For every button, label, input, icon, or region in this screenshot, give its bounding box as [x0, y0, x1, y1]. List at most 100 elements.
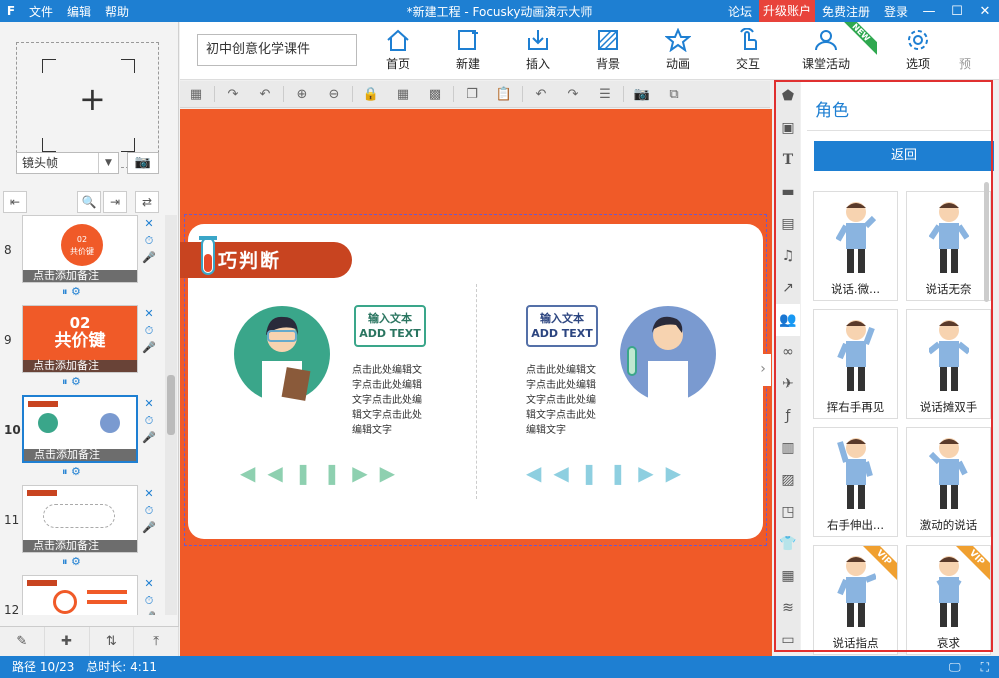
project-name-field[interactable]: 初中创意化学课件	[197, 34, 357, 66]
title-banner[interactable]: 巧判断	[180, 236, 352, 278]
delete-icon[interactable]: ✕	[142, 395, 156, 412]
settings-icon[interactable]: ⚙	[71, 375, 81, 388]
delete-icon[interactable]: ✕	[142, 575, 156, 592]
settings-icon[interactable]: ⚙	[71, 465, 81, 478]
mic-icon[interactable]: 🎤	[142, 519, 156, 536]
settings-icon[interactable]: ⚙	[71, 285, 81, 298]
pause-icon[interactable]: ❚❚	[581, 461, 639, 485]
zoom-in-icon[interactable]: ⊕	[291, 85, 313, 103]
layout-icon[interactable]: ▦	[776, 560, 800, 592]
timer-icon[interactable]: ⏱	[142, 502, 156, 519]
redo-icon[interactable]: ↷	[562, 85, 584, 103]
add-frame-button[interactable]: +	[16, 42, 159, 168]
slide-thumbnail[interactable]: 点击添加备注	[22, 395, 138, 463]
menu-help[interactable]: 帮助	[98, 3, 136, 20]
mic-icon[interactable]: 🎤	[142, 429, 156, 446]
mic-icon[interactable]: 🎤	[142, 609, 156, 615]
swap-icon[interactable]: ⇄	[135, 191, 159, 213]
delete-icon[interactable]: ✕	[142, 485, 156, 502]
character-item-vip[interactable]: VIP 说话指点	[813, 545, 898, 655]
history-icon[interactable]: ☰	[594, 85, 616, 103]
slide-thumbnail[interactable]: 02 共价键 点击添加备注	[22, 305, 138, 373]
fast-forward-icon[interactable]: ▶▶	[638, 461, 693, 485]
slide-thumbnail[interactable]	[22, 575, 138, 615]
slide-item-active[interactable]: 10 点击添加备注 ✕ ⏱ 🎤 ⏸ ⚙	[0, 395, 165, 485]
paste-icon[interactable]: 📋	[493, 85, 515, 103]
character-item-vip[interactable]: VIP 哀求	[906, 545, 991, 655]
slide-item[interactable]: 8 02 共价键 点击添加备注 ✕ ⏱ 🎤 ⏸ ⚙	[0, 215, 165, 305]
pause-icon[interactable]: ⏸	[62, 375, 68, 388]
storage-icon[interactable]: ▭	[776, 624, 800, 656]
slide-note[interactable]: 点击添加备注	[23, 360, 137, 372]
characters-icon[interactable]: 👥	[776, 304, 800, 336]
screenshot-icon[interactable]: 📷	[631, 85, 653, 103]
grid-icon[interactable]: ▦	[392, 85, 414, 103]
expand-right-icon[interactable]: ⇥	[103, 191, 127, 213]
camera-button[interactable]: 📷	[127, 152, 159, 174]
slide-thumbnail[interactable]: 点击添加备注	[22, 485, 138, 553]
add-text-bubble-left[interactable]: 输入文本 ADD TEXT	[354, 305, 426, 347]
zoom-icon[interactable]: 🔍	[77, 191, 101, 213]
new-button[interactable]: 新建	[438, 28, 498, 72]
timer-icon[interactable]: ⏱	[142, 592, 156, 609]
layers-stack-icon[interactable]: ▥	[776, 432, 800, 464]
video-icon[interactable]: ▤	[776, 208, 800, 240]
shirt-icon[interactable]: 👕	[776, 528, 800, 560]
link-icon[interactable]: ∞	[776, 336, 800, 368]
copy-icon[interactable]: ❐	[461, 85, 483, 103]
text-block-right[interactable]: 点击此处编辑文 字点击此处编辑 文字点击此处编 辑文字点击此处 编辑文字	[526, 363, 606, 438]
fit-window-icon[interactable]: ⧉	[663, 85, 685, 103]
menu-file[interactable]: 文件	[22, 3, 60, 20]
close-button[interactable]: ✕	[971, 4, 999, 19]
shape-icon[interactable]: ⬟	[776, 80, 800, 112]
lens-frame-select[interactable]: 镜头帧 ▼	[16, 152, 119, 174]
slide-item[interactable]: 12 ✕⏱🎤	[0, 575, 165, 615]
slide-list-scrollbar[interactable]	[165, 215, 177, 615]
delete-icon[interactable]: ✕	[142, 305, 156, 322]
slide-item[interactable]: 11 点击添加备注 ✕ ⏱ 🎤 ⏸ ⚙	[0, 485, 165, 575]
add-text-bubble-right[interactable]: 输入文本 ADD TEXT	[526, 305, 598, 347]
background-button[interactable]: 背景	[578, 28, 638, 72]
zoom-out-icon[interactable]: ⊖	[323, 85, 345, 103]
character-item[interactable]: 说话.微...	[813, 191, 898, 301]
login-link[interactable]: 登录	[877, 3, 915, 20]
settings-icon[interactable]: ⚙	[71, 555, 81, 568]
home-button[interactable]: 首页	[368, 28, 428, 72]
edit-icon[interactable]: ✎	[0, 627, 45, 656]
flash-icon[interactable]: ƒ	[776, 400, 800, 432]
format-icon[interactable]: ▦	[185, 85, 207, 103]
maximize-button[interactable]: ☐	[943, 4, 971, 19]
options-button[interactable]: 选项	[888, 28, 948, 72]
layers-icon[interactable]: ≋	[776, 592, 800, 624]
interaction-button[interactable]: 交互	[718, 28, 778, 72]
back-button[interactable]: 返回	[814, 141, 994, 171]
animation-button[interactable]: 动画	[648, 28, 708, 72]
reorder-icon[interactable]: ⇅	[90, 627, 135, 656]
plane-icon[interactable]: ✈	[776, 368, 800, 400]
undo-icon[interactable]: ↶	[530, 85, 552, 103]
upgrade-account-button[interactable]: 升级账户	[758, 0, 815, 22]
to-top-icon[interactable]: ⤒	[134, 627, 179, 656]
slide-thumbnail[interactable]: 02 共价键 点击添加备注	[22, 215, 138, 283]
free-register-link[interactable]: 免费注册	[815, 3, 877, 20]
slide-note[interactable]: 点击添加备注	[23, 540, 137, 552]
canvas[interactable]: 巧判断 输入文本 ADD TEXT 点击此处编辑文 字点击此处编辑 文字点击此处编辑…	[180, 109, 772, 656]
fast-forward-icon[interactable]: ▶▶	[352, 461, 407, 485]
comment-icon[interactable]: ▬	[776, 176, 800, 208]
timer-icon[interactable]: ⏱	[142, 322, 156, 339]
character-item[interactable]: 右手伸出...	[813, 427, 898, 537]
preview-button[interactable]: 预	[950, 28, 980, 72]
menu-edit[interactable]: 编辑	[60, 3, 98, 20]
lock-icon[interactable]: 🔒	[360, 85, 382, 103]
undo-shape-icon[interactable]: ↶	[254, 85, 276, 103]
panel-toggle-arrow[interactable]: ›	[755, 354, 771, 386]
redo-shape-icon[interactable]: ↷	[222, 85, 244, 103]
character-item[interactable]: 说话无奈	[906, 191, 991, 301]
grid-settings-icon[interactable]: ▩	[424, 85, 446, 103]
character-item[interactable]: 激动的说话	[906, 427, 991, 537]
chart-icon[interactable]: ↗	[776, 272, 800, 304]
timer-icon[interactable]: ⏱	[142, 232, 156, 249]
text-block-left[interactable]: 点击此处编辑文 字点击此处编辑 文字点击此处编 辑文字点击此处 编辑文字	[352, 363, 432, 438]
slide-note[interactable]: 点击添加备注	[23, 270, 137, 282]
fullscreen-icon[interactable]: ⛶	[981, 656, 989, 678]
